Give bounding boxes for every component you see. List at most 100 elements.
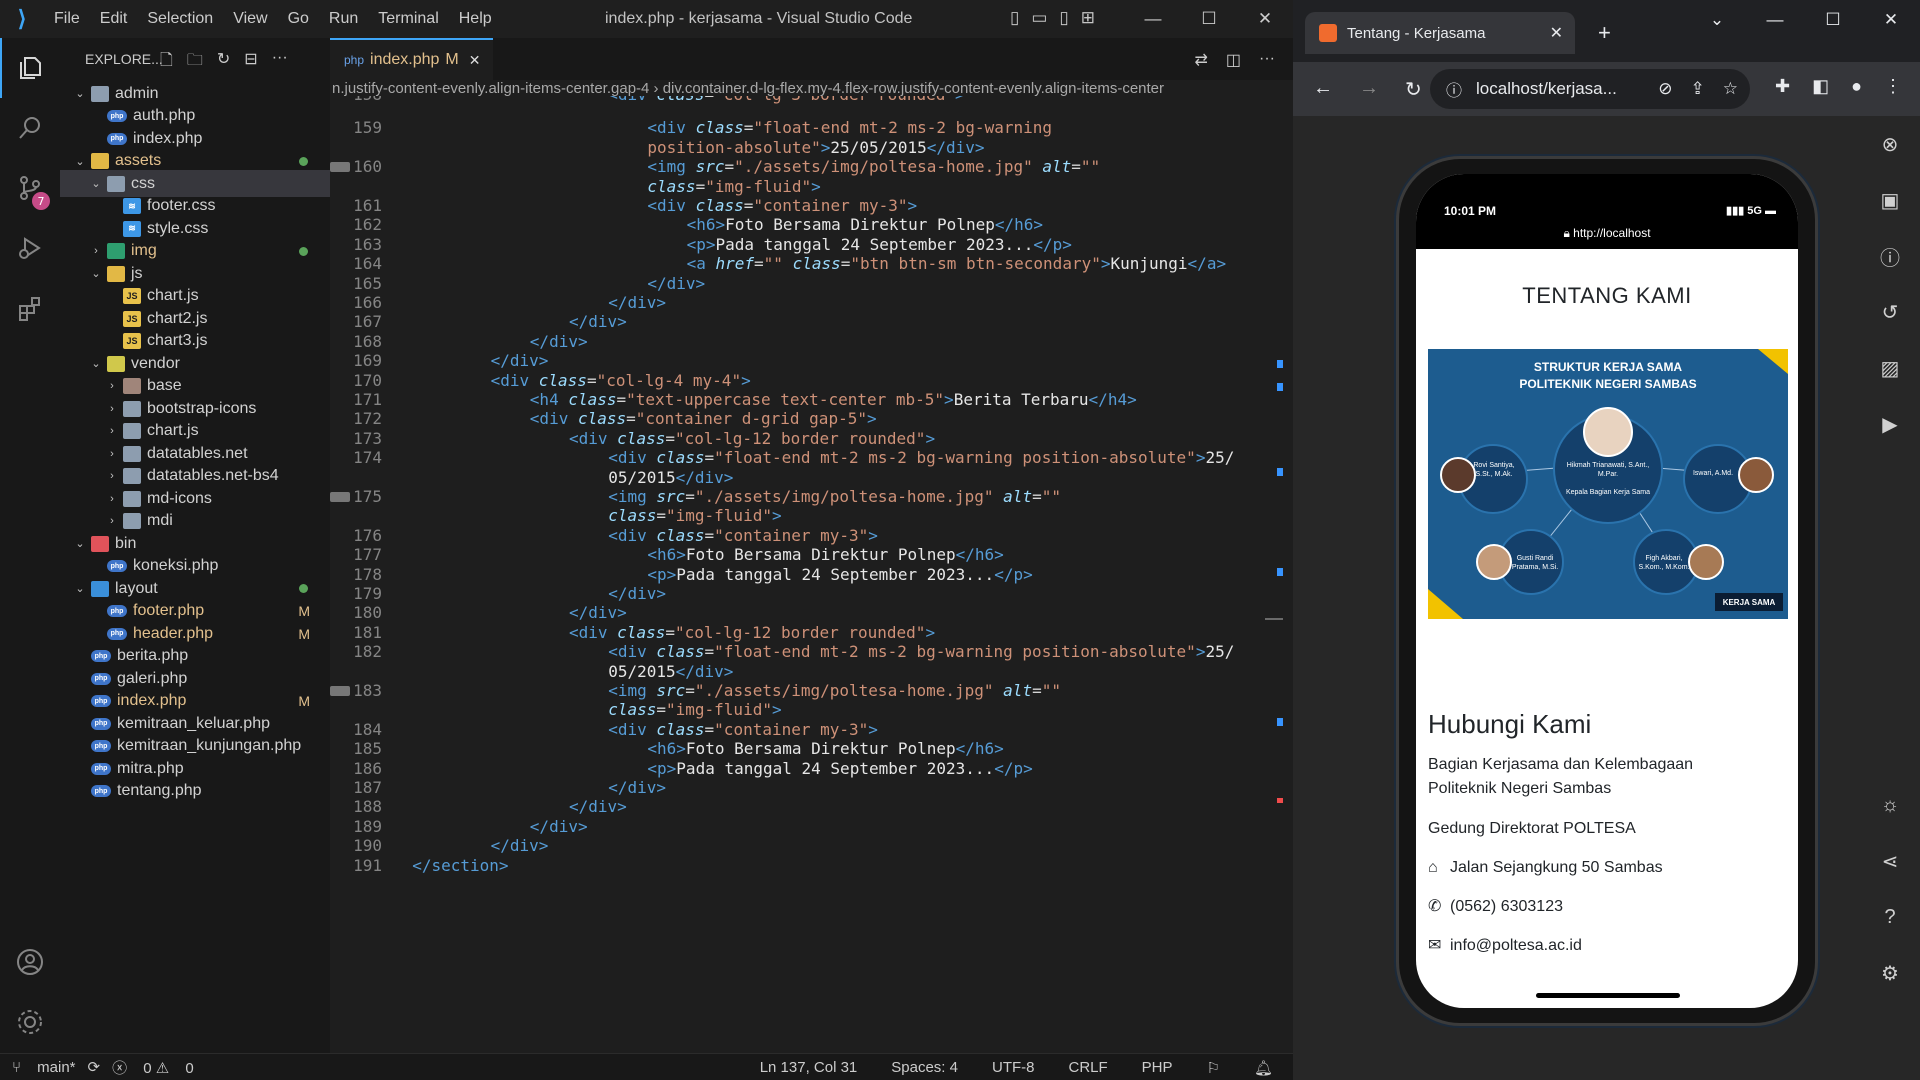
- forward-arrow-icon[interactable]: →: [1359, 77, 1379, 102]
- chrome-close-button[interactable]: ✕: [1862, 0, 1920, 40]
- account-icon[interactable]: [0, 932, 60, 992]
- tree-file[interactable]: php tentang.php: [60, 778, 330, 805]
- search-icon[interactable]: [0, 98, 60, 158]
- scrollbar[interactable]: [1265, 98, 1283, 1048]
- toggle-primary-sidebar-icon[interactable]: ▯: [1010, 8, 1019, 28]
- editor-more-icon[interactable]: ···: [1259, 50, 1275, 70]
- split-editor-icon[interactable]: ◫: [1226, 50, 1241, 70]
- tree-item-label: datatables.net-bs4: [147, 467, 279, 484]
- menu-item-go[interactable]: Go: [278, 10, 319, 28]
- tab-search-chevron-icon[interactable]: ⌄: [1688, 0, 1746, 40]
- activity-bar: 7: [0, 38, 60, 1053]
- problems-indicator[interactable]: ⓧ 0 ⚠ 0: [112, 1057, 194, 1078]
- brightness-icon[interactable]: ☼: [1881, 777, 1899, 833]
- email-address[interactable]: info@poltesa.ac.id: [1450, 937, 1582, 954]
- org-line-2: Politeknik Negeri Sambas: [1428, 780, 1612, 797]
- phone-url: http://localhost: [1573, 226, 1651, 240]
- php-file-icon: php: [91, 762, 111, 775]
- browser-tab[interactable]: Tentang - Kerjasama ✕: [1305, 12, 1575, 54]
- chrome-maximize-button[interactable]: ☐: [1804, 0, 1862, 40]
- toggle-panel-icon[interactable]: ▭: [1031, 8, 1047, 28]
- toggle-secondary-sidebar-icon[interactable]: ▯: [1059, 8, 1068, 28]
- device-switch-icon[interactable]: ▣: [1881, 172, 1900, 228]
- window-title: index.php - kerjasama - Visual Studio Co…: [605, 10, 913, 27]
- cursor-position[interactable]: Ln 137, Col 31: [760, 1059, 858, 1077]
- indentation[interactable]: Spaces: 4: [891, 1059, 958, 1077]
- maximize-button[interactable]: ☐: [1181, 0, 1237, 38]
- new-file-icon[interactable]: 🗋: [160, 49, 173, 76]
- php-file-icon: php: [91, 695, 111, 707]
- bookmark-star-icon[interactable]: ☆: [1723, 79, 1738, 99]
- info-icon[interactable]: ⓘ: [1880, 228, 1900, 284]
- rotate-icon[interactable]: ↺: [1882, 284, 1899, 340]
- contact-heading: Hubungi Kami: [1428, 709, 1592, 739]
- tab-close-icon[interactable]: ✕: [469, 52, 481, 69]
- refresh-icon[interactable]: ↻: [217, 49, 230, 76]
- menu-item-view[interactable]: View: [223, 10, 277, 28]
- status-bar: ⑂ main* ⟳ ⓧ 0 ⚠ 0 Ln 137, Col 31 Spaces:…: [0, 1053, 1293, 1080]
- chrome-minimize-button[interactable]: —: [1746, 0, 1804, 40]
- more-actions-icon[interactable]: ···: [272, 49, 288, 76]
- sync-icon[interactable]: ⟳: [88, 1058, 101, 1076]
- close-emulator-icon[interactable]: ⊗: [1882, 116, 1899, 172]
- side-panel-icon[interactable]: ◧: [1812, 76, 1829, 97]
- menu-item-selection[interactable]: Selection: [137, 10, 223, 28]
- menu-item-file[interactable]: File: [44, 10, 90, 28]
- phone-notch: [1508, 174, 1708, 212]
- email-line[interactable]: ✉ info@poltesa.ac.id: [1428, 934, 1582, 958]
- browser-tab-close-icon[interactable]: ✕: [1550, 23, 1563, 43]
- line-ending[interactable]: CRLF: [1068, 1059, 1107, 1077]
- tree-item-label: css: [131, 174, 155, 192]
- tree-item-label: bin: [115, 534, 137, 552]
- code-editor[interactable]: 158 <div class="col-lg-3 border rounded">…: [330, 96, 1293, 1053]
- site-info-icon[interactable]: ⓘ: [1446, 77, 1462, 101]
- share-icon[interactable]: ⇪: [1691, 79, 1705, 99]
- language-mode[interactable]: PHP: [1142, 1059, 1173, 1077]
- new-tab-icon[interactable]: +: [1598, 20, 1611, 46]
- new-folder-icon[interactable]: 🗀: [187, 49, 203, 76]
- extensions-puzzle-icon[interactable]: ✚: [1775, 76, 1790, 97]
- phone-url-bar[interactable]: 🔒︎ http://localhost: [1416, 226, 1798, 241]
- open-changes-icon[interactable]: ⇄: [1194, 50, 1207, 70]
- emulator-settings-icon[interactable]: ⚙: [1881, 945, 1899, 1001]
- notifications-bell-icon[interactable]: 🔔︎: [1254, 1059, 1273, 1077]
- feedback-icon[interactable]: ⚐: [1207, 1059, 1220, 1077]
- address-text: localhost/kerjasa...: [1476, 79, 1617, 98]
- customize-layout-icon[interactable]: ⊞: [1081, 8, 1095, 28]
- chevron-down-icon: ⌄: [75, 155, 85, 168]
- tree-item-label: footer.css: [147, 197, 216, 214]
- run-debug-icon[interactable]: [0, 218, 60, 278]
- tab-index-php[interactable]: php index.php M ✕: [330, 38, 493, 80]
- source-control-icon[interactable]: 7: [0, 158, 60, 218]
- menu-item-help[interactable]: Help: [449, 10, 502, 28]
- folder-icon: [123, 490, 141, 507]
- menu-item-edit[interactable]: Edit: [90, 10, 138, 28]
- profile-avatar-icon[interactable]: ●: [1851, 76, 1862, 97]
- explorer-icon[interactable]: [0, 38, 60, 98]
- address-bar[interactable]: ⓘ localhost/kerjasa... ⊘ ⇪ ☆: [1430, 69, 1750, 109]
- chrome-menu-icon[interactable]: ⋮: [1884, 76, 1902, 97]
- encoding[interactable]: UTF-8: [992, 1059, 1035, 1077]
- chrome-tab-strip: Tentang - Kerjasama ✕ + ⌄ — ☐ ✕: [1293, 0, 1920, 62]
- back-arrow-icon[interactable]: ←: [1313, 77, 1333, 102]
- banner-title-1: STRUKTUR KERJA SAMA: [1533, 360, 1683, 374]
- share-device-icon[interactable]: ⋖: [1882, 833, 1899, 889]
- camera-icon[interactable]: ▨: [1881, 340, 1900, 396]
- git-branch[interactable]: ⑂ main*: [12, 1059, 76, 1076]
- reload-icon[interactable]: ↻: [1405, 77, 1422, 102]
- chevron-right-icon: ›: [110, 402, 114, 415]
- video-icon[interactable]: ▶: [1882, 396, 1897, 452]
- phone-screen[interactable]: 10:01 PM ▮▮▮ 5G ▬ 🔒︎ http://localhost TE…: [1416, 174, 1798, 1008]
- close-button[interactable]: ✕: [1237, 0, 1293, 38]
- menu-item-terminal[interactable]: Terminal: [368, 10, 448, 28]
- manage-gear-icon[interactable]: [0, 992, 60, 1052]
- collapse-all-icon[interactable]: ⊟: [244, 49, 257, 76]
- minimize-button[interactable]: —: [1125, 0, 1181, 38]
- help-icon[interactable]: ?: [1884, 889, 1895, 945]
- tab-label: index.php: [370, 51, 440, 68]
- chevron-down-icon: ⌄: [91, 178, 101, 190]
- extensions-icon[interactable]: [0, 278, 60, 338]
- bottom-right-name: Figh Akbari, S.Kom., M.Kom.: [1638, 555, 1690, 571]
- menu-item-run[interactable]: Run: [319, 10, 368, 28]
- tracking-icon[interactable]: ⊘: [1658, 79, 1672, 99]
